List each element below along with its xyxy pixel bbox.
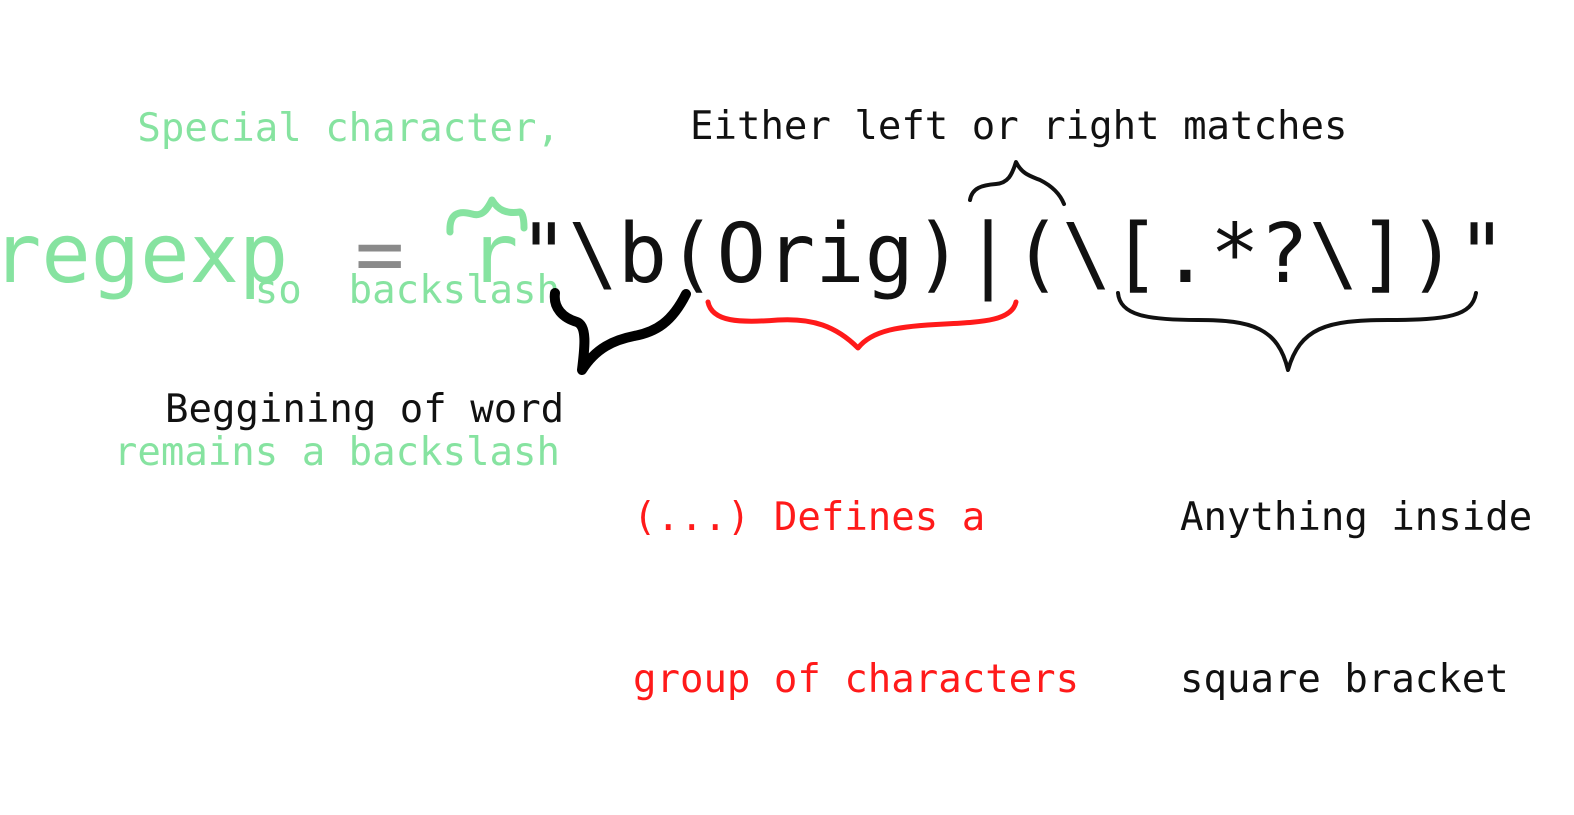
group-brace xyxy=(705,299,1019,351)
alternation-brace xyxy=(968,160,1066,206)
word-boundary-brace xyxy=(549,288,691,375)
bracket-content-brace xyxy=(1116,291,1478,372)
raw-prefix-brace xyxy=(446,196,528,236)
anything-inside-line-2: square bracket xyxy=(1180,657,1509,702)
regex-annotation-diagram: Special character, so backslash remains … xyxy=(0,0,1574,702)
group-definition-line-2: group of characters xyxy=(633,657,1080,702)
annotation-braces xyxy=(446,160,1478,375)
